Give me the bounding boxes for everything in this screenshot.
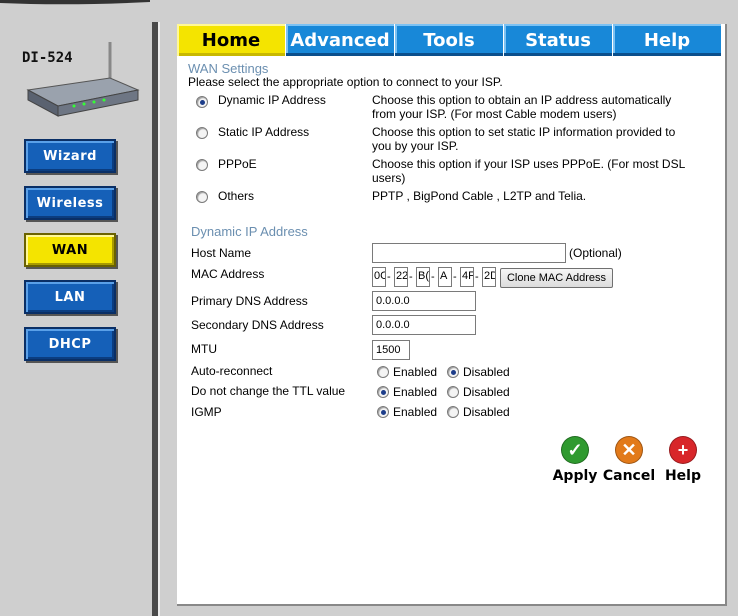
option-pppoe-desc: Choose this option if your ISP uses PPPo… — [372, 157, 686, 171]
help-label: Help — [664, 468, 702, 484]
dynamic-ip-title: Dynamic IP Address — [191, 224, 308, 239]
clone-mac-button[interactable]: Clone MAC Address — [500, 268, 613, 288]
auto-reconnect-label: Auto-reconnect — [191, 364, 273, 378]
host-name-note: (Optional) — [569, 246, 622, 260]
apply-button[interactable]: ✓ Apply — [545, 436, 605, 484]
host-name-input[interactable] — [372, 243, 566, 263]
help-button[interactable]: + Help — [653, 436, 713, 484]
wan-settings-title: WAN Settings — [188, 61, 269, 76]
top-tabs: Home Advanced Tools Status Help — [177, 24, 727, 56]
cancel-label: Cancel — [602, 468, 656, 484]
mac-octet-2[interactable]: 22 — [394, 267, 408, 287]
igmp-disabled-label: Disabled — [463, 405, 510, 419]
mac-separator: - — [475, 271, 479, 283]
ttl-disabled-radio[interactable] — [447, 386, 459, 398]
primary-dns-label: Primary DNS Address — [191, 294, 308, 308]
nav-wizard-button[interactable]: Wizard — [24, 139, 116, 173]
cancel-x-icon: ✕ — [615, 436, 643, 464]
ttl-enabled-radio[interactable] — [377, 386, 389, 398]
ttl-disabled-label: Disabled — [463, 385, 510, 399]
mtu-label: MTU — [191, 342, 217, 356]
secondary-dns-input[interactable] — [372, 315, 476, 335]
igmp-disabled-radio[interactable] — [447, 406, 459, 418]
plus-icon: + — [669, 436, 697, 464]
host-name-label: Host Name — [191, 246, 252, 260]
cancel-button[interactable]: ✕ Cancel — [599, 436, 659, 484]
model-label: DI-524 — [22, 50, 73, 66]
tab-help[interactable]: Help — [613, 24, 722, 56]
mac-octet-4[interactable]: A — [438, 267, 452, 287]
mac-address-label: MAC Address — [191, 267, 265, 281]
sidebar: DI-524 Wizard Wireless WAN LAN DHCP — [0, 0, 152, 616]
auto-reconnect-enabled-radio[interactable] — [377, 366, 389, 378]
nav-dhcp-button[interactable]: DHCP — [24, 327, 116, 361]
mac-separator: - — [409, 271, 413, 283]
secondary-dns-label: Secondary DNS Address — [191, 318, 324, 332]
mtu-input[interactable] — [372, 340, 410, 360]
radio-pppoe[interactable] — [196, 159, 208, 171]
radio-dynamic-ip[interactable] — [196, 96, 208, 108]
tab-advanced[interactable]: Advanced — [286, 24, 395, 56]
radio-others[interactable] — [196, 191, 208, 203]
igmp-enabled-radio[interactable] — [377, 406, 389, 418]
auto-reconnect-disabled-radio[interactable] — [447, 366, 459, 378]
mac-octet-5[interactable]: 4F — [460, 267, 474, 287]
tab-home[interactable]: Home — [177, 24, 286, 56]
auto-reconnect-disabled-label: Disabled — [463, 365, 510, 379]
igmp-enabled-label: Enabled — [393, 405, 438, 419]
option-others-desc: PPTP , BigPond Cable , L2TP and Telia. — [372, 189, 587, 203]
tab-status[interactable]: Status — [504, 24, 613, 56]
mac-separator: - — [387, 271, 391, 283]
mac-octet-3[interactable]: B( — [416, 267, 430, 287]
nav-wireless-button[interactable]: Wireless — [24, 186, 116, 220]
check-icon: ✓ — [561, 436, 589, 464]
nav-lan-button[interactable]: LAN — [24, 280, 116, 314]
option-pppoe-desc-2: users) — [372, 171, 406, 185]
option-static-ip-desc: Choose this option to set static IP info… — [372, 125, 676, 139]
tab-tools[interactable]: Tools — [395, 24, 504, 56]
radio-static-ip[interactable] — [196, 127, 208, 139]
option-pppoe-label: PPPoE — [218, 157, 257, 171]
main-panel: Home Advanced Tools Status Help WAN Sett… — [177, 24, 727, 606]
option-dynamic-ip-desc: Choose this option to obtain an IP addre… — [372, 93, 672, 107]
mac-octet-6[interactable]: 2D — [482, 267, 496, 287]
option-dynamic-ip-label: Dynamic IP Address — [218, 93, 326, 107]
option-others-label: Others — [218, 189, 255, 203]
wan-intro-text: Please select the appropriate option to … — [188, 75, 503, 89]
option-static-ip-desc-2: you by your ISP. — [372, 139, 459, 153]
nav-wan-button[interactable]: WAN — [24, 233, 116, 267]
igmp-label: IGMP — [191, 405, 222, 419]
mac-octet-1[interactable]: 0C — [372, 267, 386, 287]
mac-separator: - — [431, 271, 435, 283]
ttl-label: Do not change the TTL value — [191, 384, 346, 398]
apply-label: Apply — [552, 468, 598, 484]
primary-dns-input[interactable] — [372, 291, 476, 311]
option-static-ip-label: Static IP Address — [218, 125, 310, 139]
mac-separator: - — [453, 271, 457, 283]
ttl-enabled-label: Enabled — [393, 385, 438, 399]
sidebar-divider-highlight — [158, 22, 160, 616]
option-dynamic-ip-desc-2: from your ISP. (For most Cable modem use… — [372, 107, 617, 121]
auto-reconnect-enabled-label: Enabled — [393, 365, 438, 379]
